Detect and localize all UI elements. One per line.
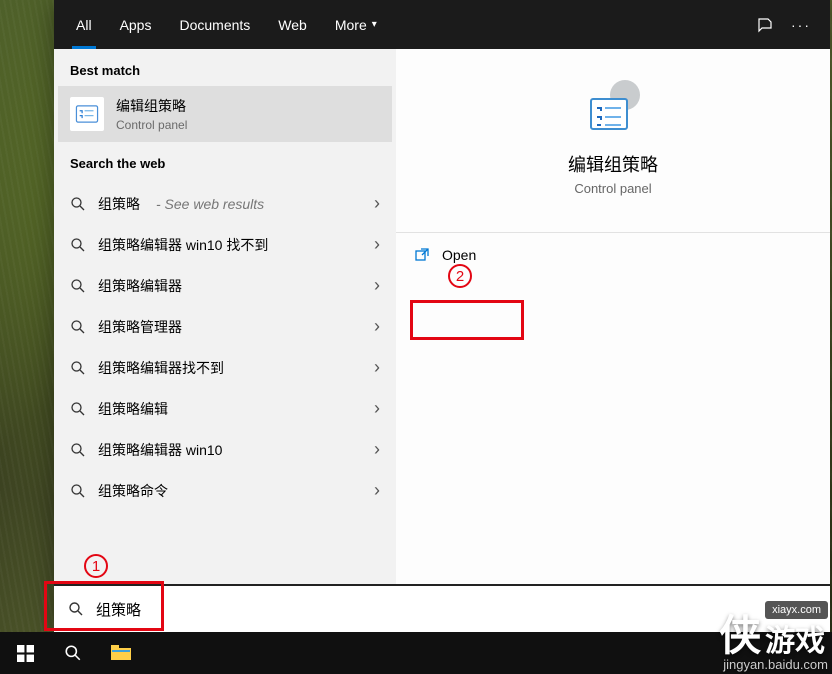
- open-label: Open: [442, 247, 476, 263]
- preview-title: 编辑组策略: [568, 151, 658, 177]
- web-result-suffix: - See web results: [156, 196, 264, 212]
- chevron-right-icon: ›: [374, 357, 380, 378]
- web-result[interactable]: 组策略编辑器 win10 找不到 ›: [54, 224, 396, 265]
- results-column: Best match 编辑组策略 Control panel Search th…: [54, 49, 396, 584]
- search-icon: [70, 237, 86, 253]
- web-result-label: 组策略命令: [98, 481, 168, 501]
- tab-more[interactable]: More: [321, 0, 391, 49]
- chevron-right-icon: ›: [374, 439, 380, 460]
- start-button[interactable]: [2, 632, 48, 674]
- tab-more-label: More: [335, 17, 367, 33]
- tab-apps-label: Apps: [120, 17, 152, 33]
- control-panel-icon: [70, 97, 104, 131]
- taskbar-search-button[interactable]: [50, 632, 96, 674]
- web-result-label: 组策略管理器: [98, 317, 182, 337]
- web-result-label: 组策略编辑器 win10 找不到: [98, 235, 268, 255]
- web-result[interactable]: 组策略编辑器 win10 ›: [54, 429, 396, 470]
- file-explorer-button[interactable]: [98, 632, 144, 674]
- search-icon: [70, 360, 86, 376]
- tab-all-label: All: [76, 17, 92, 33]
- web-result[interactable]: 组策略 - See web results ›: [54, 183, 396, 224]
- search-icon: [70, 483, 86, 499]
- tab-apps[interactable]: Apps: [106, 0, 166, 49]
- web-result-label: 组策略编辑器找不到: [98, 358, 224, 378]
- chevron-right-icon: ›: [374, 234, 380, 255]
- callout-box-2: [410, 300, 524, 340]
- preview-hero: 编辑组策略 Control panel: [396, 49, 830, 214]
- chevron-right-icon: ›: [374, 316, 380, 337]
- open-action[interactable]: Open: [396, 233, 830, 277]
- web-result-label: 组策略编辑器: [98, 276, 182, 296]
- best-match-result[interactable]: 编辑组策略 Control panel: [58, 86, 392, 142]
- search-box[interactable]: [54, 584, 830, 632]
- web-result-label: 组策略: [98, 194, 140, 214]
- web-result[interactable]: 组策略编辑器 ›: [54, 265, 396, 306]
- control-panel-large-icon: [577, 77, 649, 137]
- web-result-label: 组策略编辑器 win10: [98, 440, 222, 460]
- web-results-list: 组策略 - See web results›组策略编辑器 win10 找不到›组…: [54, 179, 396, 515]
- chevron-right-icon: ›: [374, 275, 380, 296]
- search-icon: [70, 278, 86, 294]
- best-match-title: 编辑组策略: [116, 96, 187, 116]
- search-icon: [70, 401, 86, 417]
- chevron-right-icon: ›: [374, 193, 380, 214]
- search-panel: All Apps Documents Web More ··· Best mat…: [54, 0, 830, 632]
- tab-documents-label: Documents: [179, 17, 250, 33]
- search-icon: [68, 601, 84, 617]
- preview-column: 编辑组策略 Control panel Open 2: [396, 49, 830, 584]
- chevron-right-icon: ›: [374, 398, 380, 419]
- taskbar: [0, 632, 832, 674]
- web-result[interactable]: 组策略编辑器找不到 ›: [54, 347, 396, 388]
- search-icon: [70, 319, 86, 335]
- web-result[interactable]: 组策略管理器 ›: [54, 306, 396, 347]
- best-match-subtitle: Control panel: [116, 118, 187, 132]
- chevron-right-icon: ›: [374, 480, 380, 501]
- search-input[interactable]: [96, 601, 816, 618]
- feedback-icon[interactable]: [756, 16, 774, 34]
- more-options-icon[interactable]: ···: [792, 16, 810, 34]
- best-match-header: Best match: [54, 49, 396, 86]
- open-icon: [414, 247, 430, 263]
- preview-subtitle: Control panel: [574, 181, 651, 196]
- tab-all[interactable]: All: [62, 0, 106, 49]
- tabs-bar: All Apps Documents Web More ···: [54, 0, 830, 49]
- web-result[interactable]: 组策略编辑 ›: [54, 388, 396, 429]
- search-icon: [70, 442, 86, 458]
- tab-web-label: Web: [278, 17, 307, 33]
- web-result[interactable]: 组策略命令 ›: [54, 470, 396, 511]
- tab-documents[interactable]: Documents: [165, 0, 264, 49]
- tab-web[interactable]: Web: [264, 0, 321, 49]
- search-web-header: Search the web: [54, 142, 396, 179]
- web-result-label: 组策略编辑: [98, 399, 168, 419]
- search-icon: [70, 196, 86, 212]
